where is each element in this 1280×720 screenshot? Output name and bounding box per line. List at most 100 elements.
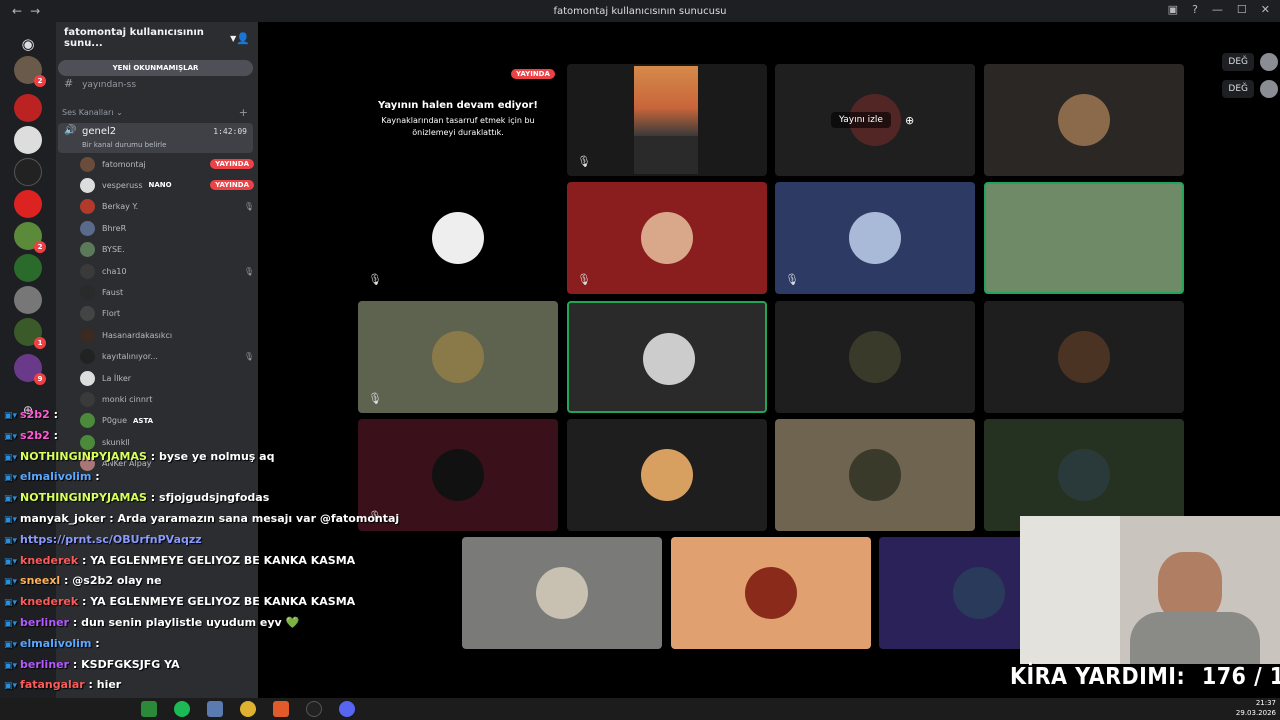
- app-icon[interactable]: [141, 701, 157, 717]
- user-name: fatomontaj: [102, 159, 146, 169]
- inbox-icon[interactable]: ▣: [1168, 3, 1178, 16]
- muted-mic-icon: 🎙: [785, 273, 799, 286]
- voice-user[interactable]: BYSE.: [80, 240, 254, 260]
- user-tile-speaking[interactable]: [984, 182, 1184, 294]
- chat-username: elmalivolim: [20, 636, 92, 650]
- side-user-pill[interactable]: DEĞ: [1222, 52, 1278, 72]
- voice-user[interactable]: vesperuss NANO YAYINDA: [80, 175, 254, 195]
- server-icon[interactable]: 9: [14, 354, 46, 385]
- server-icon[interactable]: 2: [14, 222, 46, 253]
- user-tile[interactable]: [984, 301, 1184, 413]
- voice-user[interactable]: P0gue ASTA: [80, 411, 254, 431]
- server-icon[interactable]: [14, 158, 42, 186]
- voice-user[interactable]: Flort: [80, 304, 254, 324]
- user-tile[interactable]: 🎙: [358, 301, 558, 413]
- chat-badge-icon: ▣▾: [4, 598, 18, 609]
- chat-message: ▣▾ knederek : YA EGLENMEYE GELIYOZ BE KAN…: [4, 595, 355, 608]
- user-tile[interactable]: 🎙: [775, 182, 975, 294]
- server-icon[interactable]: [14, 254, 42, 282]
- create-channel-icon[interactable]: +: [239, 106, 248, 119]
- user-avatar: [1058, 331, 1110, 383]
- server-icon[interactable]: [14, 94, 42, 122]
- user-name: P0gue: [102, 416, 127, 426]
- server-icon[interactable]: [14, 190, 42, 218]
- voice-user[interactable]: La İlker: [80, 368, 254, 388]
- unread-banner[interactable]: YENİ OKUNMAMIŞLAR: [58, 60, 253, 76]
- chat-message: ▣▾ s2b2 :: [4, 429, 58, 442]
- spotify-icon[interactable]: [174, 701, 190, 717]
- voice-user[interactable]: kayıtalınıyor... 🎙: [80, 347, 254, 367]
- close-button[interactable]: ✕: [1261, 3, 1270, 16]
- maximize-button[interactable]: ☐: [1237, 3, 1247, 16]
- chat-username: fatangalar: [20, 678, 85, 692]
- user-name: Hasanardakasıkcı: [102, 330, 173, 340]
- voice-user[interactable]: monki cinnrt: [80, 389, 254, 409]
- help-icon[interactable]: ?: [1192, 3, 1198, 16]
- server-header[interactable]: fatomontaj kullanıcısının sunu... ▼ 👤: [56, 22, 258, 54]
- chat-username: NOTHINGINPYJAMAS: [20, 449, 147, 463]
- stream-tile[interactable]: Yayını izle ⊕: [775, 64, 975, 176]
- user-avatar: [1060, 214, 1112, 266]
- chat-text: KSDFGKSJFG YA: [81, 657, 180, 671]
- user-avatar: [745, 567, 797, 619]
- user-tile[interactable]: [984, 419, 1184, 531]
- chat-separator: :: [105, 512, 118, 525]
- chat-badge-icon: ▣▾: [4, 452, 18, 463]
- chat-text: hier: [96, 678, 122, 692]
- chat-separator: :: [49, 408, 58, 421]
- chat-username: s2b2: [20, 428, 50, 442]
- webcam-person-body: [1130, 612, 1260, 664]
- live-badge: YAYINDA: [210, 159, 254, 169]
- user-avatar: [80, 349, 95, 365]
- voice-user[interactable]: cha10 🎙: [80, 261, 254, 281]
- minimize-button[interactable]: —: [1212, 3, 1223, 16]
- server-icon[interactable]: 1: [14, 318, 46, 349]
- discord-home-icon[interactable]: ◉: [14, 30, 42, 58]
- user-tile[interactable]: [567, 419, 767, 531]
- voice-user[interactable]: Berkay Y. 🎙: [80, 197, 254, 217]
- voice-user[interactable]: BhreR: [80, 218, 254, 238]
- obs-icon[interactable]: [306, 701, 322, 717]
- user-avatar: [80, 263, 95, 279]
- user-tile[interactable]: 🎙: [358, 182, 558, 294]
- stream-tile[interactable]: 🎙: [567, 64, 767, 176]
- text-channel[interactable]: # yayından-ss: [64, 77, 136, 90]
- watch-stream-button[interactable]: Yayını izle: [831, 112, 891, 128]
- user-tile[interactable]: [984, 64, 1184, 176]
- user-avatar: [641, 212, 693, 264]
- user-tile[interactable]: [775, 301, 975, 413]
- user-tag: NANO: [148, 181, 172, 190]
- chat-separator: :: [84, 678, 97, 692]
- user-tile[interactable]: [671, 537, 871, 649]
- server-icon[interactable]: 2: [14, 56, 46, 87]
- server-icon[interactable]: [14, 126, 42, 154]
- voice-channel-genel2[interactable]: 🔊 genel2 1:42:09 Bir kanal durumu belirl…: [58, 123, 253, 153]
- live-badge: YAYINDA: [210, 180, 254, 191]
- user-tile[interactable]: 🎙: [567, 182, 767, 294]
- server-icon[interactable]: [14, 286, 42, 314]
- user-name: kayıtalınıyor...: [102, 352, 158, 362]
- voice-user[interactable]: fatomontaj YAYINDA: [80, 154, 254, 174]
- invite-people-icon[interactable]: 👤: [236, 32, 250, 45]
- user-avatar: [849, 331, 901, 383]
- voice-category[interactable]: Ses Kanalları ⌄: [62, 108, 123, 117]
- paused-notice: Yayının halen devam ediyor! Kaynaklarınd…: [378, 100, 538, 137]
- calculator-icon[interactable]: [207, 701, 223, 717]
- user-tile[interactable]: [462, 537, 662, 649]
- chat-separator: :: [60, 574, 73, 588]
- chat-badge-icon: ▣▾: [4, 577, 18, 588]
- user-avatar: [1058, 449, 1110, 501]
- chrome-icon[interactable]: [240, 701, 256, 717]
- voice-user[interactable]: Faust: [80, 282, 254, 302]
- user-tile[interactable]: [775, 419, 975, 531]
- popout-icon[interactable]: ⊕: [905, 114, 914, 127]
- title-bar: ← → fatomontaj kullanıcısının sunucusu ▣…: [0, 0, 1280, 22]
- chat-username: s2b2: [20, 408, 50, 421]
- chat-text: sfjojgudsjngfodas: [159, 491, 270, 505]
- voice-user[interactable]: Hasanardakasıkcı: [80, 325, 254, 345]
- side-user-pill[interactable]: DEĞ: [1222, 79, 1278, 99]
- user-tile-speaking[interactable]: [567, 301, 767, 413]
- brave-icon[interactable]: [273, 701, 289, 717]
- discord-icon[interactable]: [339, 701, 355, 717]
- server-name: fatomontaj kullanıcısının sunu...: [64, 27, 204, 49]
